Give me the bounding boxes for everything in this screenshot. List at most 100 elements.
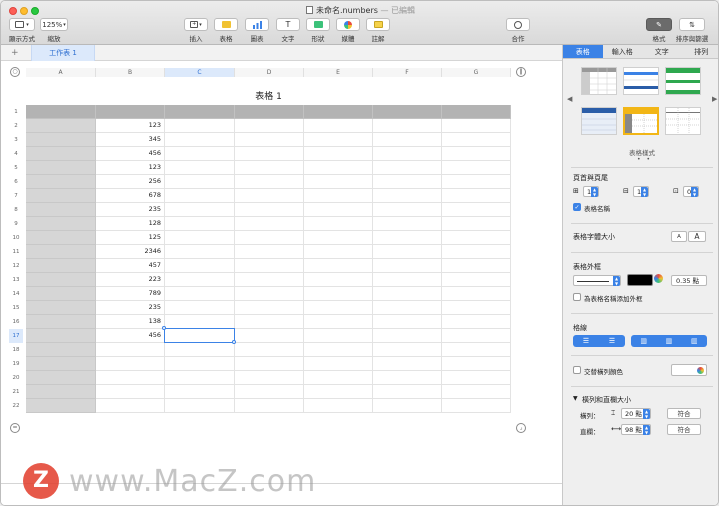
table-cell[interactable]: 125 [96,231,165,245]
table-cell[interactable] [235,315,304,329]
sort-filter-tool[interactable]: ⇅ 排序與篩選 [675,18,709,43]
table-cell[interactable]: 256 [96,175,165,189]
border-style-select[interactable]: ▲ ▼ [573,275,621,286]
add-sheet-icon[interactable]: + [11,48,19,58]
table-cell[interactable] [26,175,96,189]
table-cell[interactable] [235,189,304,203]
border-width-field[interactable]: 0.35 點 [671,275,707,286]
table-style-2[interactable] [623,67,659,95]
color-wheel-icon[interactable] [654,274,663,283]
styles-pager[interactable]: • • [637,156,652,163]
table-cell[interactable] [165,133,235,147]
table-cell[interactable] [235,217,304,231]
table-cell[interactable] [26,147,96,161]
table-cell[interactable] [304,133,373,147]
styles-next-icon[interactable]: ▶ [712,95,717,103]
tab-text[interactable]: 文字 [642,45,682,58]
table-cell[interactable] [26,357,96,371]
footer-col-lines-icon[interactable]: ▥ [691,337,698,345]
table-style-5-selected[interactable] [623,107,659,135]
table-cell[interactable] [304,105,373,119]
table-cell[interactable] [165,105,235,119]
header-col-lines-icon[interactable]: ▥ [640,337,647,345]
table-cell[interactable] [373,371,442,385]
table-cell[interactable] [373,203,442,217]
table-cell[interactable] [165,147,235,161]
table-cell[interactable] [442,231,511,245]
table-cell[interactable] [304,217,373,231]
table-cell[interactable] [304,119,373,133]
stepper-arrows-icon[interactable]: ▲ ▼ [643,425,650,435]
table-cell[interactable] [26,259,96,273]
table-cell[interactable] [165,245,235,259]
table-cell[interactable] [304,231,373,245]
table-cell[interactable] [235,329,304,343]
table-cell[interactable] [165,385,235,399]
row-number[interactable]: 6 [9,175,23,189]
table-cell[interactable] [442,175,511,189]
table-cell[interactable] [26,385,96,399]
zoom-button[interactable]: 125% ▾ [40,18,68,31]
table-cell[interactable] [235,133,304,147]
table-cell[interactable] [235,399,304,413]
table-cell[interactable] [165,399,235,413]
table-cell[interactable]: 128 [96,217,165,231]
table-tool[interactable]: 表格 [213,18,239,43]
table-cell[interactable] [235,161,304,175]
horizontal-gridlines-control[interactable]: ☰ ☰ [573,335,625,347]
table-cell[interactable] [165,287,235,301]
table-cell[interactable] [373,133,442,147]
table-cell[interactable] [26,399,96,413]
styles-prev-icon[interactable]: ◀ [567,95,572,103]
resize-table-handle[interactable]: ⌟ [516,423,526,433]
table-cell[interactable]: 2346 [96,245,165,259]
table-cell[interactable] [373,273,442,287]
table-cell[interactable] [373,343,442,357]
table-cell[interactable] [235,371,304,385]
header-row-lines-icon[interactable]: ☰ [583,337,589,345]
table-style-3[interactable] [665,67,701,95]
table-cell[interactable] [442,161,511,175]
table-cell[interactable] [373,105,442,119]
table-cell[interactable] [442,357,511,371]
table-cell[interactable] [235,357,304,371]
row-number[interactable]: 22 [9,399,23,413]
table-cell[interactable]: 235 [96,203,165,217]
table-cell[interactable] [442,203,511,217]
table-cell[interactable] [373,245,442,259]
table-cell[interactable] [26,329,96,343]
font-smaller-button[interactable]: A [671,231,687,242]
table-cell[interactable] [235,287,304,301]
table-cell[interactable]: 123 [96,161,165,175]
table-cell[interactable] [26,105,96,119]
add-column-handle[interactable]: ǁ [516,67,526,77]
shape-button[interactable] [306,18,330,31]
table-cell[interactable] [26,231,96,245]
row-height-stepper[interactable]: 20 點 ▲ ▼ [621,408,651,419]
table-cell[interactable] [304,287,373,301]
table-name-checkbox[interactable]: ✓ [573,203,581,211]
format-tool[interactable]: ✎ 格式 [645,18,673,43]
table-cell[interactable]: 138 [96,315,165,329]
table-cell[interactable] [235,203,304,217]
table-cell[interactable] [26,217,96,231]
table-cell[interactable] [304,245,373,259]
add-row-handle[interactable]: = [10,423,20,433]
body-col-lines-icon[interactable]: ▥ [666,337,673,345]
header-cols-stepper[interactable]: 1 ▲ ▼ [633,186,649,197]
selection-handle-top-left[interactable] [162,326,166,330]
column-header-a[interactable]: A [26,68,96,77]
table-cell[interactable] [442,315,511,329]
table-cell[interactable]: 678 [96,189,165,203]
row-number[interactable]: 12 [9,259,23,273]
table-cell[interactable] [442,343,511,357]
media-tool[interactable]: 媒體 [335,18,361,43]
sort-filter-button[interactable]: ⇅ [679,18,705,31]
table-cell[interactable] [373,231,442,245]
row-number[interactable]: 10 [9,231,23,245]
table-cell[interactable] [304,329,373,343]
table-cell[interactable] [442,119,511,133]
table-cell[interactable]: 235 [96,301,165,315]
table-cell[interactable] [373,189,442,203]
table-cell[interactable] [373,301,442,315]
